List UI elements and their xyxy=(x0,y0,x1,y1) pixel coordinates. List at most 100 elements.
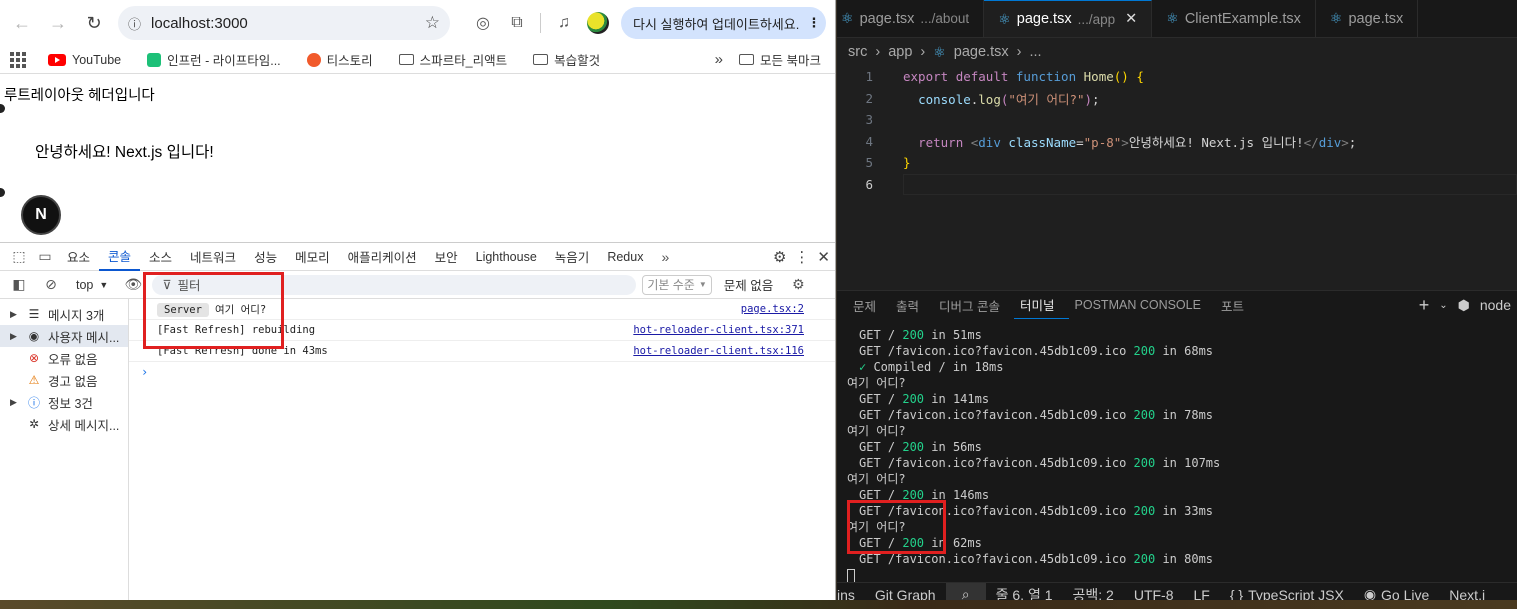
terminal-text: 여기 어디? xyxy=(847,424,906,438)
status-position[interactable]: 줄 6, 열 1 xyxy=(986,585,1063,601)
all-bookmarks[interactable]: 모든 북마크 xyxy=(739,50,821,69)
tab-application[interactable]: 애플리케이션 xyxy=(339,243,426,271)
tab-output[interactable]: 출력 xyxy=(890,291,933,319)
bookmark-star-icon[interactable]: ☆ xyxy=(425,13,440,33)
tab-problems[interactable]: 문제 xyxy=(847,291,890,319)
status-next[interactable]: Next.j xyxy=(1439,587,1495,601)
code-editor[interactable]: 1 export default function Home() { 2 cons… xyxy=(837,66,1517,195)
log-source-link[interactable]: page.tsx:2 xyxy=(741,303,804,315)
status-bar: ins Git Graph ⌕ 줄 6, 열 1 공백: 2 UTF-8 LF … xyxy=(837,582,1517,600)
status-code: 200 xyxy=(1133,552,1156,566)
profile-avatar[interactable] xyxy=(583,8,613,38)
status-ins[interactable]: ins xyxy=(837,587,865,601)
chevron-down-icon[interactable]: ⌄ xyxy=(1439,300,1447,311)
log-source-link[interactable]: hot-reloader-client.tsx:116 xyxy=(633,345,804,357)
bookmark-review[interactable]: 복습할것 xyxy=(533,50,600,69)
terminal-line xyxy=(847,567,1517,583)
close-icon[interactable]: ✕ xyxy=(1125,11,1137,27)
media-control-icon[interactable]: ♫ xyxy=(549,8,579,38)
tab-ports[interactable]: 포트 xyxy=(1215,291,1258,319)
breadcrumb-item[interactable]: app xyxy=(888,44,912,60)
tab-recorder[interactable]: 녹음기 xyxy=(546,243,599,271)
terminal-line: GET /favicon.ico?favicon.45db1c09.ico 20… xyxy=(853,407,1517,423)
clear-console-icon[interactable]: ⊘ xyxy=(38,276,64,293)
bookmarks-overflow-icon[interactable]: » xyxy=(715,51,723,68)
nextjs-dev-indicator[interactable]: N xyxy=(21,195,61,235)
tab-elements[interactable]: 요소 xyxy=(58,243,99,271)
status-language[interactable]: { } TypeScript JSX xyxy=(1220,587,1354,601)
devtools-tabbar: ⬚ ▭ 요소 콘솔 소스 네트워크 성능 메모리 애플리케이션 보안 Light… xyxy=(0,243,835,271)
log-source-link[interactable]: hot-reloader-client.tsx:371 xyxy=(633,324,804,336)
tab-performance[interactable]: 성능 xyxy=(245,243,286,271)
sidebar-item-user-messages[interactable]: ▶ ◉ 사용자 메시... xyxy=(0,325,128,347)
expand-triangle-icon[interactable]: ▶ xyxy=(10,331,20,342)
breadcrumb-item[interactable]: ... xyxy=(1029,44,1041,60)
reload-button[interactable]: ↻ xyxy=(78,7,110,39)
terminal-text: GET /favicon.ico?favicon.45db1c09.ico xyxy=(859,552,1134,566)
zoom-icon[interactable]: ⌕ xyxy=(945,582,986,600)
bug-icon: ✲ xyxy=(28,417,40,431)
sidebar-item-errors[interactable]: ⊗ 오류 없음 xyxy=(0,347,128,369)
terminal-shell-label[interactable]: node xyxy=(1480,297,1511,313)
update-label: 다시 실행하여 업데이트하세요. xyxy=(633,16,800,32)
tab-memory[interactable]: 메모리 xyxy=(286,243,339,271)
expand-triangle-icon[interactable]: ▶ xyxy=(10,309,20,320)
issues-counter[interactable]: 문제 없음 xyxy=(718,275,779,294)
tab-page-other[interactable]: ⚛ page.tsx xyxy=(1316,0,1419,37)
bookmark-youtube[interactable]: YouTube xyxy=(48,53,121,67)
tab-terminal[interactable]: 터미널 xyxy=(1014,291,1069,319)
bookmark-label: YouTube xyxy=(72,52,122,67)
sidebar-item-warnings[interactable]: ⚠ 경고 없음 xyxy=(0,369,128,391)
address-bar[interactable]: ⓘ localhost:3000 ☆ xyxy=(118,6,450,40)
device-toolbar-icon[interactable]: ▭ xyxy=(32,248,58,265)
apps-grid-icon[interactable] xyxy=(10,51,26,68)
sidebar-item-info[interactable]: ▶ ⓘ 정보 3건 xyxy=(0,391,128,413)
log-level-select[interactable]: 기본 수준 ▼ xyxy=(642,274,712,295)
inspect-element-icon[interactable]: ⬚ xyxy=(6,248,32,265)
more-tabs-icon[interactable]: » xyxy=(652,249,678,265)
sidebar-item-messages[interactable]: ▶ ☰ 메시지 3개 xyxy=(0,303,128,325)
extensions-puzzle-icon[interactable]: ⧉ xyxy=(502,8,532,38)
console-prompt[interactable]: › xyxy=(129,362,835,382)
kebab-menu-icon[interactable]: ⋮ xyxy=(794,248,809,266)
user-icon: ◉ xyxy=(28,329,40,343)
update-button[interactable]: 다시 실행하여 업데이트하세요. ⋮ xyxy=(621,7,827,39)
tab-sources[interactable]: 소스 xyxy=(140,243,181,271)
forward-button[interactable]: → xyxy=(42,7,74,39)
extension-icon-1[interactable]: ◎ xyxy=(468,8,498,38)
settings-gear-icon[interactable]: ⚙ xyxy=(773,248,786,266)
terminal-line: GET /favicon.ico?favicon.45db1c09.ico 20… xyxy=(853,455,1517,471)
expand-triangle-icon[interactable]: ▶ xyxy=(10,397,20,408)
status-eol[interactable]: LF xyxy=(1184,587,1220,601)
status-indent[interactable]: 공백: 2 xyxy=(1063,585,1124,601)
bookmark-tistory[interactable]: 티스토리 xyxy=(306,50,373,69)
context-selector[interactable]: top ▼ xyxy=(70,278,114,292)
tab-console[interactable]: 콘솔 xyxy=(99,243,141,271)
tab-lighthouse[interactable]: Lighthouse xyxy=(467,243,546,271)
kebab-menu-icon[interactable]: ⋮ xyxy=(807,15,820,31)
sidebar-item-verbose[interactable]: ✲ 상세 메시지... xyxy=(0,413,128,435)
breadcrumb-item[interactable]: page.tsx xyxy=(954,44,1009,60)
tab-page-about[interactable]: ⚛ page.tsx .../about xyxy=(837,0,985,37)
status-git-graph[interactable]: Git Graph xyxy=(865,587,946,601)
tab-security[interactable]: 보안 xyxy=(426,243,467,271)
tab-network[interactable]: 네트워크 xyxy=(181,243,245,271)
tab-debug-console[interactable]: 디버그 콘솔 xyxy=(933,291,1014,319)
tab-client-example[interactable]: ⚛ ClientExample.tsx xyxy=(1152,0,1316,37)
editor-tabs: ⚛ page.tsx .../about ⚛ page.tsx .../app ✕ ⚛ Cl… xyxy=(837,0,1517,38)
tab-page-app[interactable]: ⚛ page.tsx .../app ✕ xyxy=(984,0,1153,37)
back-button[interactable]: ← xyxy=(6,7,38,39)
status-encoding[interactable]: UTF-8 xyxy=(1124,587,1184,601)
site-info-icon[interactable]: ⓘ xyxy=(128,14,141,33)
console-settings-gear-icon[interactable]: ⚙ xyxy=(785,276,811,293)
browser-toolbar: ← → ↻ ⓘ localhost:3000 ☆ ◎ ⧉ ♫ 다시 실행하여 업… xyxy=(0,0,835,46)
new-terminal-plus-icon[interactable]: + xyxy=(1419,295,1430,316)
breadcrumb-item[interactable]: src xyxy=(848,44,867,60)
tab-postman-console[interactable]: POSTMAN CONSOLE xyxy=(1069,291,1215,319)
bookmark-inflearn[interactable]: 인프런 - 라이프타임... xyxy=(147,50,281,69)
tab-redux[interactable]: Redux xyxy=(598,243,652,271)
status-golive[interactable]: ◉ Go Live xyxy=(1354,586,1439,600)
bookmark-sparta[interactable]: 스파르타_리액트 xyxy=(398,50,507,69)
close-icon[interactable]: ✕ xyxy=(817,248,830,266)
sidebar-toggle-icon[interactable]: ◧ xyxy=(6,276,32,293)
